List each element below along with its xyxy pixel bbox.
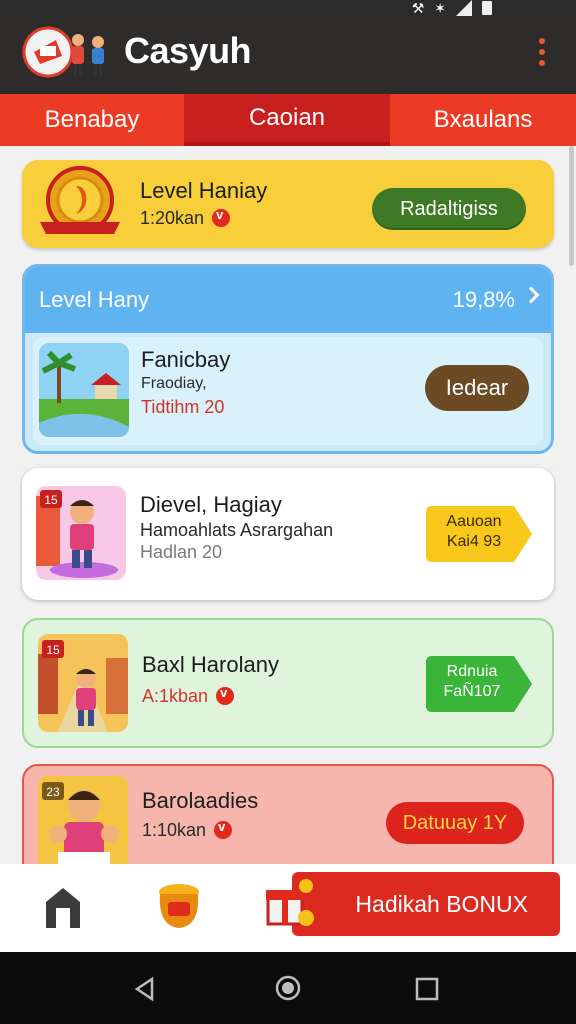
level-card-red[interactable]: 23 Barolaadies 1:10kan Datuuay 1Y (22, 764, 554, 864)
app-logo (22, 26, 104, 78)
card-line1: Hamoahlats Asrargahan (140, 520, 334, 540)
app-bar: Casyuh (0, 18, 576, 94)
gift-box-icon (266, 879, 314, 926)
bonus-button[interactable]: Hadikah BONUX (292, 872, 560, 936)
card-line2: Tidtihm 20 (141, 397, 225, 417)
treasure-pot-icon[interactable] (154, 880, 204, 932)
verified-icon (216, 685, 235, 705)
recents-icon[interactable] (414, 976, 440, 1002)
street-thumbnail: 15 (38, 634, 128, 732)
green-card-action-button[interactable]: Rdnuia FaÑ107 (426, 656, 532, 712)
card-subtitle: 1:20kan (140, 207, 231, 229)
tab-bxaulans[interactable]: Bxaulans (390, 94, 576, 146)
card-title: Level Haniay (140, 178, 268, 203)
header-percentage: 19,8% (452, 287, 515, 312)
card-subtitle: A:1kban (142, 685, 235, 707)
battery-icon (482, 1, 492, 15)
system-navigation-bar (0, 952, 576, 1024)
level-list: Level Haniay 1:20kan Radaltigiss Level H… (0, 146, 576, 864)
gold-card-action-button[interactable]: Radaltigiss (372, 188, 526, 230)
level-badge: 15 (46, 643, 60, 657)
red-card-action-button[interactable]: Datuuay 1Y (386, 802, 524, 844)
app-title: Casyuh (124, 30, 252, 71)
signal-icon (456, 0, 472, 16)
home-button-icon[interactable] (274, 974, 302, 1002)
level-card-green[interactable]: 15 Baxl Harolany A:1kban RdnuiaFaÑ107 (22, 618, 554, 748)
verified-icon (212, 207, 231, 227)
blue-card-header[interactable]: Level Hany 19,8% (25, 267, 551, 333)
blue-card-body: Fanicbay Fraodiay, Tidtihm 20 Iedear (33, 337, 543, 445)
card-title: Dievel, Hagiay (140, 492, 282, 517)
card-subtitle: 1:10kan (142, 819, 233, 841)
card-title: Fanicbay (141, 347, 231, 372)
status-bar: ⚒ ✶ (0, 0, 576, 18)
bottom-nav: Hadikah BONUX (0, 864, 576, 952)
level-card-white[interactable]: 15 Dievel, Hagiay Hamoahlats Asrargahan … (22, 468, 554, 600)
alarm-icon: ⚒ (411, 0, 425, 16)
card-line2: Hadlan 20 (140, 542, 223, 562)
verified-icon (214, 819, 233, 839)
blue-card-action-button[interactable]: Iedear (425, 365, 529, 411)
home-icon[interactable] (42, 884, 84, 930)
gold-medal-icon (40, 166, 120, 234)
chevron-right-icon[interactable] (522, 286, 540, 304)
white-card-action-button[interactable]: Aauoan Kai4 93 (426, 506, 532, 562)
button-label: Aauoan Kai4 93 (446, 513, 502, 550)
character-thumbnail: 15 (36, 486, 126, 580)
back-icon[interactable] (132, 976, 158, 1002)
button-label: Rdnuia FaÑ107 (443, 663, 501, 700)
tab-bar: Benabay Caoian Bxaulans (0, 94, 576, 146)
card-line1: Fraodiay, (141, 375, 207, 392)
header-label: Level Hany (39, 287, 150, 312)
village-thumbnail (39, 343, 129, 437)
level-card-blue[interactable]: Level Hany 19,8% Fanicbay Fraodiay, Tidt… (22, 264, 554, 454)
level-badge: 15 (44, 493, 58, 507)
level-card-gold[interactable]: Level Haniay 1:20kan Radaltigiss (22, 160, 554, 248)
status-icons: ⚒ ✶ (412, 0, 492, 16)
family-thumbnail: 23 (38, 776, 128, 864)
level-badge: 23 (46, 785, 60, 799)
card-title: Barolaadies (142, 788, 259, 813)
tab-benabay[interactable]: Benabay (0, 94, 184, 146)
card-title: Baxl Harolany (142, 652, 279, 677)
wifi-icon: ✶ (434, 0, 446, 16)
overflow-menu-icon[interactable] (538, 38, 546, 66)
tab-caoian[interactable]: Caoian (184, 94, 390, 146)
